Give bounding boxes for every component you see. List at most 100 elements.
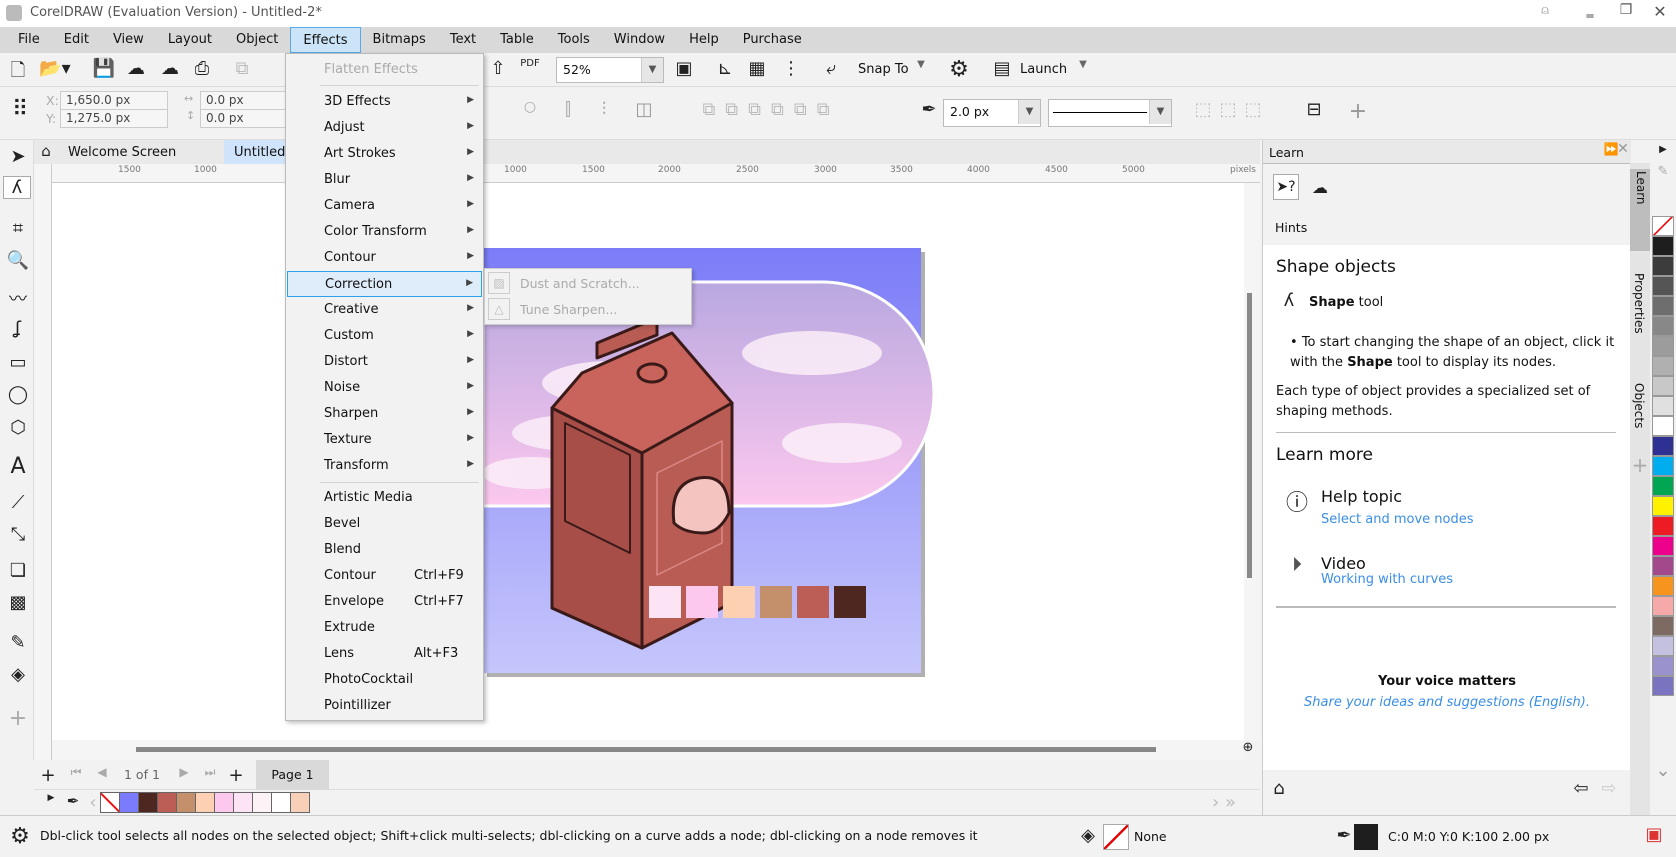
break-apart-icons[interactable]: ⬚⬚⬚ [1192,99,1272,120]
document-palette-swatch[interactable] [195,792,215,813]
last-page-icon[interactable]: ⏭ [202,765,218,780]
palette-swatch[interactable] [1652,456,1674,476]
pick-tool-icon[interactable]: ➤ [5,146,31,167]
close-docker-icon[interactable]: ✕ [1613,141,1633,157]
first-page-icon[interactable]: ⏮ [68,765,84,780]
add-page-before-icon[interactable]: + [40,765,56,786]
menu-item-art-strokes[interactable]: Art Strokes ▶ [287,141,482,167]
tab-welcome-screen[interactable]: Welcome Screen [58,140,224,164]
menu-item-blend[interactable]: Blend [287,537,482,563]
document-palette-swatch[interactable] [252,792,272,813]
snap-to-button[interactable]: Snap To [858,62,909,77]
upload-cloud-icon[interactable]: ☁ [158,58,182,79]
docker-tab-properties[interactable]: Properties [1632,273,1646,334]
palette-menu-icon[interactable]: ▶ [1652,144,1674,155]
minimize-button[interactable]: ‗ [1578,2,1602,18]
menu-edit[interactable]: Edit [52,27,101,53]
menu-item-camera[interactable]: Camera ▶ [287,193,482,219]
document-palette-swatch[interactable] [176,792,196,813]
polygon-tool-icon[interactable]: ⬡ [5,417,31,438]
menu-item-noise[interactable]: Noise ▶ [287,375,482,401]
outline-swatch[interactable] [1354,824,1378,850]
corner-icon[interactable]: ○ [520,99,540,115]
menu-view[interactable]: View [101,27,156,53]
menu-item-3d-effects[interactable]: 3D Effects ▶ [287,89,482,115]
y-position-field[interactable]: 1,275.0 px [60,109,168,128]
palette-swatch[interactable] [1652,536,1674,556]
restore-button[interactable]: ❐ [1614,2,1638,18]
drawing-canvas[interactable] [52,183,1244,740]
menu-purchase[interactable]: Purchase [731,27,814,53]
menu-item-pointillizer[interactable]: Pointillizer [287,693,482,719]
document-palette-swatch[interactable] [119,792,139,813]
download-cloud-icon[interactable]: ☁ [124,58,148,79]
palette-swatch[interactable] [1652,356,1674,376]
fill-swatch[interactable] [1103,824,1129,850]
palette-swatch[interactable] [1652,656,1674,676]
copy-icon[interactable]: ⧉ [232,58,252,79]
palette-swatch[interactable] [1652,436,1674,456]
back-arrow-icon[interactable]: ⇦ [1569,778,1593,799]
palette-swatch[interactable] [1652,556,1674,576]
menu-file[interactable]: File [6,27,52,53]
menu-item-texture[interactable]: Texture ▶ [287,427,482,453]
add-page-after-icon[interactable]: + [228,765,244,786]
freehand-tool-icon[interactable]: 〰 [5,285,31,311]
dimension-tool-icon[interactable]: ⟋ [5,492,31,513]
no-color-swatch[interactable] [100,792,120,813]
open-icon[interactable]: 📂▾ [38,58,72,79]
page-tab[interactable]: Page 1 [256,760,329,790]
connector-tool-icon[interactable]: ⤡ [5,524,31,545]
menu-help[interactable]: Help [677,27,731,53]
video-link[interactable]: Working with curves [1321,572,1453,587]
menu-tools[interactable]: Tools [546,27,602,53]
menu-item-photococktail[interactable]: PhotoCocktail [287,667,482,693]
palette-swatch[interactable] [1652,256,1674,276]
menu-effects[interactable]: Effects [290,27,361,53]
palette-swatch[interactable] [1652,476,1674,496]
palette-swatch[interactable] [1652,296,1674,316]
menu-text[interactable]: Text [438,27,488,53]
submenu-item-tune-sharpen[interactable]: Tune Sharpen... [520,302,617,317]
launch-button[interactable]: Launch [1020,62,1067,77]
width-field[interactable]: 0.0 px [200,91,286,110]
document-palette-swatch[interactable] [157,792,177,813]
menu-item-contour[interactable]: Contour ▶ [287,245,482,271]
menu-item-transform[interactable]: Transform ▶ [287,453,482,479]
document-palette-swatch[interactable] [233,792,253,813]
submenu-item-dust-and-scratch[interactable]: Dust and Scratch... [520,276,640,291]
document-palette-swatch[interactable] [271,792,291,813]
menu-item-adjust[interactable]: Adjust ▶ [287,115,482,141]
account-icon[interactable]: ⍝ [1535,3,1555,18]
palette-swatch[interactable] [1652,576,1674,596]
add-tool-icon[interactable]: + [5,706,31,731]
palette-swatch[interactable] [1652,676,1674,696]
guidelines-icon[interactable]: ⋮ [778,58,804,79]
options-gear-icon[interactable]: ⚙ [946,57,972,82]
home-icon[interactable]: ⌂ [36,142,56,160]
palette-swatch[interactable] [1652,276,1674,296]
print-icon[interactable]: ⎙ [190,58,214,79]
menu-item-custom[interactable]: Custom ▶ [287,323,482,349]
save-icon[interactable]: 💾 [92,58,116,79]
zoom-level-select[interactable]: 52% ▼ [556,57,664,83]
eyedropper-icon[interactable]: ✎ [1652,164,1674,179]
text-tool-icon[interactable]: A [5,454,31,479]
shaping-icons[interactable]: ⧉⧉⧉⧉⧉⧉ [676,99,866,120]
eyedropper-icon[interactable]: ✒ [64,792,82,810]
add-docker-icon[interactable]: + [1630,453,1650,477]
menu-item-distort[interactable]: Distort ▶ [287,349,482,375]
chevron-down-icon[interactable]: ▼ [1076,59,1090,70]
scroll-left-icon[interactable]: ‹ [88,792,98,813]
zoom-to-fit-icon[interactable]: ⊕ [1238,740,1258,755]
menu-bitmaps[interactable]: Bitmaps [361,27,438,53]
palette-swatch[interactable] [1652,516,1674,536]
vertical-scroll-thumb[interactable] [1247,293,1252,578]
artistic-media-icon[interactable]: ʆ [5,318,31,339]
launch-icon[interactable]: ▤ [990,58,1014,79]
document-palette-swatch[interactable] [138,792,158,813]
help-topic-link[interactable]: Select and move nodes [1321,512,1473,527]
hints-icon[interactable]: ➤? [1273,174,1299,200]
document-palette-swatch[interactable] [214,792,234,813]
export-icon[interactable]: ⇧ [486,58,510,79]
